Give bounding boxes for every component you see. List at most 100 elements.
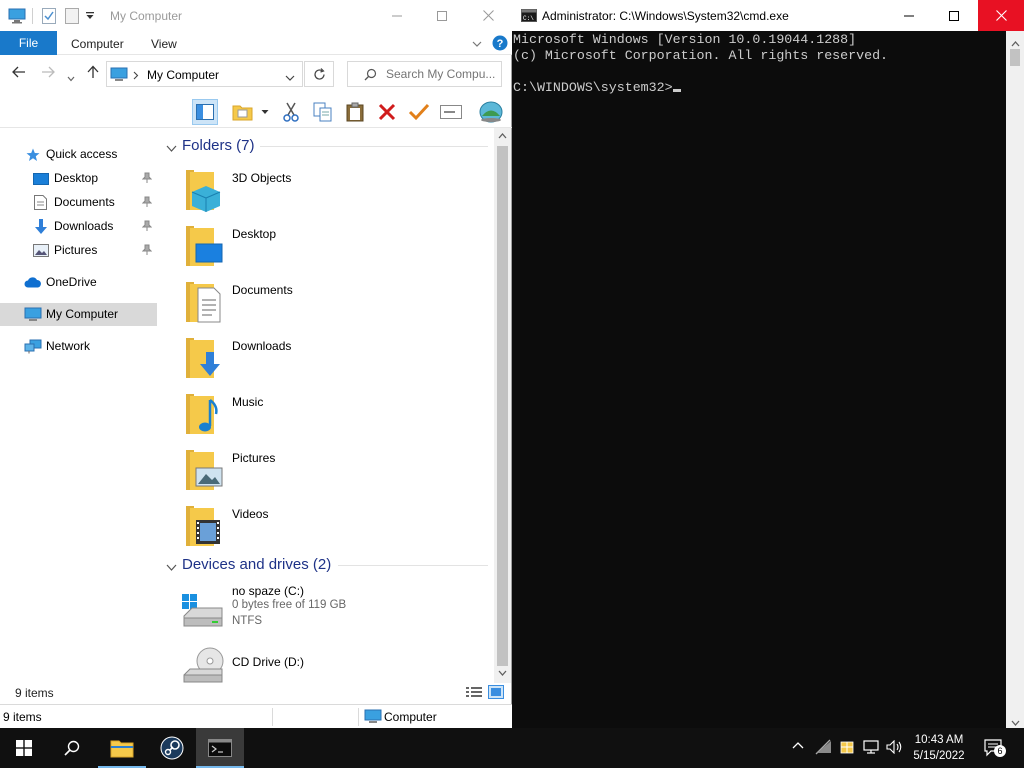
collapse-chevron-icon[interactable] xyxy=(166,559,177,576)
start-button[interactable] xyxy=(0,728,48,768)
status-location: Computer xyxy=(384,710,437,724)
checkmark-icon[interactable] xyxy=(406,99,432,125)
explorer-titlebar[interactable]: My Computer xyxy=(0,0,512,31)
nav-item-downloads[interactable]: Downloads xyxy=(0,215,157,238)
drive-filesystem: NTFS xyxy=(232,615,263,627)
folder-item-documents[interactable]: Documents xyxy=(184,280,484,330)
address-dropdown-chevron-icon[interactable] xyxy=(285,71,295,85)
search-button[interactable] xyxy=(48,728,96,768)
volume-icon[interactable] xyxy=(886,739,904,757)
cmd-minimize-button[interactable] xyxy=(886,0,932,31)
pictures-folder-icon xyxy=(184,448,224,495)
refresh-button[interactable] xyxy=(304,61,334,87)
cmd-titlebar[interactable]: C:\ Administrator: C:\Windows\System32\c… xyxy=(512,0,1024,31)
close-button[interactable] xyxy=(465,0,511,31)
file-explorer-window: My Computer File Computer View ? My Comp… xyxy=(0,0,512,728)
customize-toolbar-chevron-icon[interactable] xyxy=(86,10,95,24)
nav-item-network[interactable]: Network xyxy=(0,335,157,358)
pin-icon[interactable] xyxy=(141,220,153,235)
taskbar-file-explorer[interactable] xyxy=(98,728,146,768)
drive-item-c[interactable]: no spaze (C:) 0 bytes free of 119 GB NTF… xyxy=(180,584,480,636)
cmd-vertical-scrollbar[interactable] xyxy=(1006,31,1024,728)
folder-options-chevron-icon[interactable] xyxy=(258,99,272,125)
properties-icon[interactable] xyxy=(42,8,56,27)
content-vertical-scrollbar[interactable] xyxy=(494,128,511,683)
pin-icon[interactable] xyxy=(141,172,153,187)
folder-item-videos[interactable]: Videos xyxy=(184,504,484,554)
scroll-down-arrow-icon[interactable] xyxy=(1011,715,1020,729)
back-arrow-icon[interactable] xyxy=(12,65,26,83)
recent-locations-chevron-icon[interactable] xyxy=(67,69,75,87)
tab-file[interactable]: File xyxy=(0,31,57,55)
folder-item-desktop[interactable]: Desktop xyxy=(184,224,484,274)
nav-item-pictures[interactable]: Pictures xyxy=(0,239,157,262)
taskbar-cmd[interactable] xyxy=(196,728,244,768)
computer-icon[interactable] xyxy=(8,8,26,27)
maximize-button[interactable] xyxy=(419,0,465,31)
large-icons-view-icon[interactable] xyxy=(488,685,504,702)
cmd-close-button[interactable] xyxy=(978,0,1024,31)
address-box[interactable]: My Computer xyxy=(106,61,303,87)
nav-item-quick-access[interactable]: Quick access xyxy=(0,143,157,166)
tab-view[interactable]: View xyxy=(151,37,177,51)
desktop-folder-icon xyxy=(184,224,224,271)
address-text[interactable]: My Computer xyxy=(147,68,219,82)
scrollbar-thumb[interactable] xyxy=(1010,49,1020,66)
security-icon[interactable] xyxy=(840,738,854,757)
cut-icon[interactable] xyxy=(278,99,304,125)
cmd-maximize-button[interactable] xyxy=(931,0,977,31)
expand-ribbon-chevron-icon[interactable] xyxy=(472,37,482,51)
network-disconnected-icon[interactable] xyxy=(815,739,833,758)
scrollbar-thumb[interactable] xyxy=(497,146,508,666)
help-icon[interactable]: ? xyxy=(492,35,508,54)
drive-name: no spaze (C:) xyxy=(232,584,305,598)
nav-item-documents[interactable]: Documents xyxy=(0,191,157,214)
nav-item-onedrive[interactable]: OneDrive xyxy=(0,271,157,294)
tab-computer[interactable]: Computer xyxy=(71,37,124,51)
nav-label: Quick access xyxy=(46,147,118,161)
folder-item-music[interactable]: Music xyxy=(184,392,484,442)
nav-item-desktop[interactable]: Desktop xyxy=(0,167,157,190)
ribbon-tabs: File Computer View ? xyxy=(0,31,512,55)
breadcrumb-chevron-icon[interactable] xyxy=(133,69,139,83)
folder-item-downloads[interactable]: Downloads xyxy=(184,336,484,386)
search-input[interactable] xyxy=(386,67,498,81)
folder-name: Videos xyxy=(232,507,269,521)
console-prompt-line[interactable]: C:\WINDOWS\system32> xyxy=(513,80,1005,96)
forward-arrow-icon[interactable] xyxy=(41,65,55,83)
console-output[interactable]: Microsoft Windows [Version 10.0.19044.12… xyxy=(512,31,1006,728)
folder-item-3d-objects[interactable]: 3D Objects xyxy=(184,168,484,218)
delete-icon[interactable] xyxy=(374,99,400,125)
status-separator xyxy=(358,708,359,726)
taskbar-steam[interactable] xyxy=(148,728,196,768)
legacy-toolbar xyxy=(0,96,512,128)
network-icon[interactable] xyxy=(863,740,879,757)
paste-icon[interactable] xyxy=(342,99,368,125)
search-box[interactable] xyxy=(347,61,502,87)
scroll-down-arrow-icon[interactable] xyxy=(498,669,507,678)
pin-icon[interactable] xyxy=(141,244,153,259)
minimize-button[interactable] xyxy=(374,0,420,31)
copy-icon[interactable] xyxy=(310,99,336,125)
pin-icon[interactable] xyxy=(141,196,153,211)
nav-label: My Computer xyxy=(46,307,119,321)
notification-center-icon[interactable]: 6 xyxy=(984,739,1006,760)
scroll-up-arrow-icon[interactable] xyxy=(498,132,507,141)
content-pane: Folders (7) 3D Objects Desktop Documents xyxy=(160,128,494,683)
show-hidden-icons-chevron-icon[interactable] xyxy=(792,740,804,755)
up-arrow-icon[interactable] xyxy=(87,65,99,84)
items-bar: 9 items xyxy=(0,683,512,703)
items-count: 9 items xyxy=(15,686,54,700)
nav-item-my-computer[interactable]: My Computer xyxy=(0,303,157,326)
details-view-icon[interactable] xyxy=(466,686,482,701)
folder-item-pictures[interactable]: Pictures xyxy=(184,448,484,498)
clock[interactable]: 10:43 AM 5/15/2022 xyxy=(906,732,972,764)
folder-name: Documents xyxy=(232,283,293,297)
folder-options-icon[interactable] xyxy=(230,99,256,125)
globe-icon[interactable] xyxy=(478,99,504,125)
navigation-pane-icon[interactable] xyxy=(192,99,218,125)
scroll-up-arrow-icon[interactable] xyxy=(1011,36,1020,50)
rename-icon[interactable] xyxy=(438,99,464,125)
collapse-chevron-icon[interactable] xyxy=(166,140,177,157)
new-folder-icon[interactable] xyxy=(65,8,79,27)
